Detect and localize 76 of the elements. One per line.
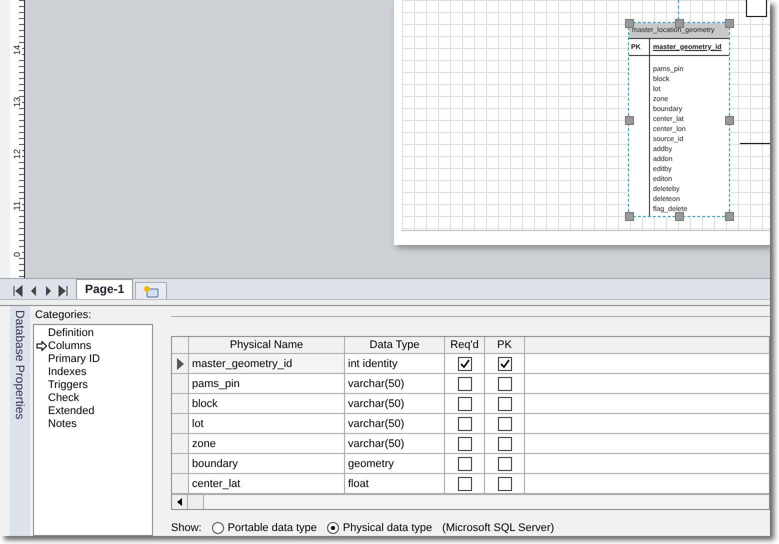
category-item[interactable]: Triggers (34, 378, 152, 391)
ruler-label: 12 (12, 148, 22, 159)
pk-checkbox[interactable] (498, 356, 512, 370)
resize-handle[interactable] (625, 212, 634, 221)
category-item[interactable]: Primary ID (34, 352, 152, 365)
arrow-icon (36, 340, 46, 350)
scroll-left-icon (177, 498, 182, 506)
required-checkbox[interactable] (458, 476, 472, 490)
column-header[interactable]: Data Type (345, 337, 445, 353)
pk-checkbox[interactable] (498, 476, 512, 490)
new-page-icon (143, 284, 160, 298)
resize-handle[interactable] (675, 212, 684, 221)
radio-label: Portable data type (228, 522, 317, 534)
pk-checkbox[interactable] (498, 376, 512, 390)
table-cell[interactable]: block (189, 394, 345, 413)
table-cell[interactable]: varchar(50) (345, 374, 445, 393)
insert-page-button[interactable] (135, 282, 168, 300)
current-row-icon (176, 358, 184, 370)
table-cell[interactable]: geometry (345, 454, 445, 473)
radio-circle[interactable] (212, 522, 224, 534)
table-cell[interactable]: master_geometry_id (189, 354, 345, 373)
table-cell[interactable]: pams_pin (189, 374, 345, 393)
category-item[interactable]: Extended (34, 404, 152, 417)
category-item[interactable]: Notes (34, 417, 152, 430)
dbms-note: (Microsoft SQL Server) (442, 522, 554, 534)
row-header[interactable] (172, 354, 189, 373)
pk-checkbox[interactable] (498, 436, 512, 450)
required-checkbox[interactable] (458, 436, 472, 450)
required-checkbox[interactable] (458, 356, 472, 370)
ruler-label: 11 (12, 200, 22, 210)
required-checkbox[interactable] (458, 456, 472, 470)
category-item[interactable]: Definition (34, 326, 152, 339)
table-shape[interactable] (746, 0, 767, 17)
column-header[interactable]: PK (485, 337, 525, 353)
table-cell[interactable]: lot (189, 414, 345, 433)
page-tab[interactable]: Page-1 (76, 279, 134, 300)
table-cell[interactable]: center_lat (189, 474, 345, 493)
resize-handle[interactable] (725, 19, 734, 28)
check-icon (460, 358, 470, 368)
resize-handle[interactable] (625, 19, 634, 28)
pk-checkbox[interactable] (498, 396, 512, 410)
radio-label: Physical data type (342, 522, 432, 534)
pk-checkbox[interactable] (498, 456, 512, 470)
resize-handle[interactable] (725, 212, 734, 221)
table-cell[interactable]: int identity (345, 354, 445, 373)
category-item[interactable]: Check (34, 391, 152, 404)
pk-checkbox[interactable] (498, 416, 512, 430)
required-checkbox[interactable] (458, 396, 472, 410)
last-page-icon (58, 285, 68, 298)
scroll-thumb[interactable] (188, 495, 204, 509)
table-cell[interactable]: float (345, 474, 445, 493)
data-type-radio[interactable]: Portable data type (212, 522, 317, 534)
table-cell[interactable]: varchar(50) (345, 434, 445, 453)
resize-handle[interactable] (675, 19, 684, 28)
show-label: Show: (171, 522, 202, 534)
table-cell[interactable]: varchar(50) (345, 394, 445, 413)
column-header[interactable]: Physical Name (189, 337, 345, 353)
radio-circle[interactable] (326, 522, 339, 534)
first-page-icon (12, 285, 22, 298)
categories-label: Categories: (35, 309, 92, 321)
ruler-label: 13 (12, 96, 22, 107)
ruler-label: 14 (12, 44, 22, 55)
table-cell[interactable]: varchar(50) (345, 414, 445, 433)
data-type-radio[interactable]: Physical data type (326, 522, 432, 534)
required-checkbox[interactable] (458, 416, 472, 430)
category-item[interactable]: Indexes (34, 365, 152, 378)
horizontal-scrollbar[interactable] (172, 494, 769, 509)
resize-handle[interactable] (725, 116, 734, 125)
category-item[interactable]: Columns (34, 339, 152, 352)
check-icon (500, 358, 510, 368)
table-cell[interactable]: boundary (189, 454, 345, 473)
ruler-label: 0 (12, 252, 22, 258)
column-header[interactable]: Req'd (445, 337, 485, 353)
table-cell[interactable]: zone (189, 434, 345, 453)
resize-handle[interactable] (625, 116, 634, 125)
required-checkbox[interactable] (458, 376, 472, 390)
